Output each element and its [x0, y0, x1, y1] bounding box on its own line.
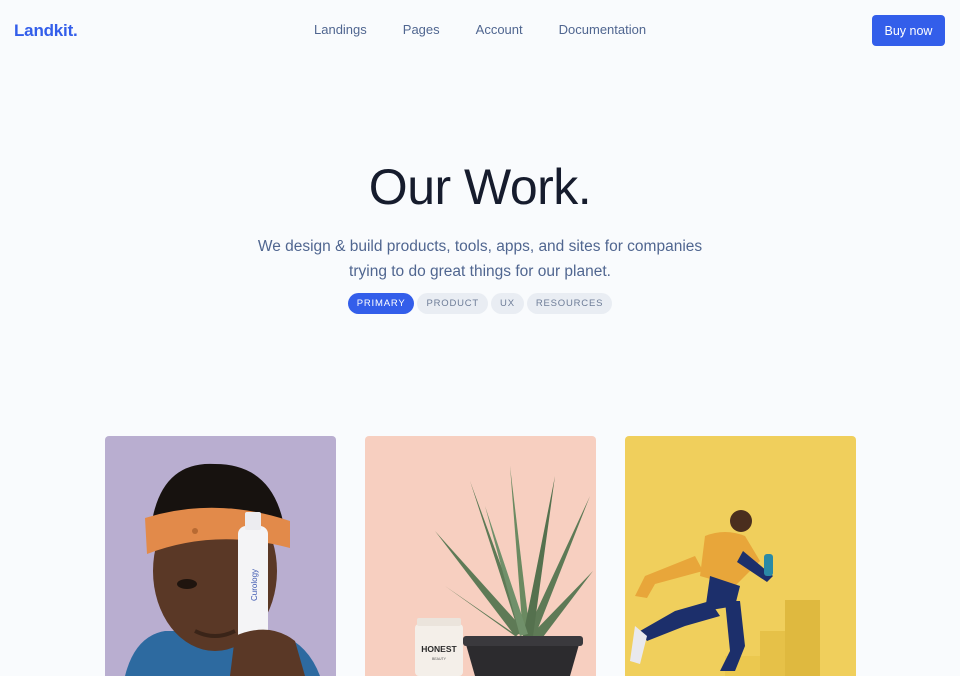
filter-pill-ux[interactable]: UX [491, 293, 524, 314]
jar-label: HONEST [421, 644, 457, 654]
hero-subtitle: We design & build products, tools, apps,… [240, 234, 720, 284]
top-navbar: Landkit. Landings Pages Account Document… [0, 0, 960, 62]
nav-link-pages[interactable]: Pages [403, 22, 440, 37]
jar-sublabel: BEAUTY [432, 657, 447, 661]
work-card-runner[interactable] [625, 436, 856, 676]
work-card-beauty[interactable]: HONEST BEAUTY [365, 436, 596, 676]
page-title: Our Work. [368, 159, 592, 215]
filter-pill-product[interactable]: PRODUCT [417, 293, 489, 314]
hero-subtitle-line-1: We design & build products, tools, apps,… [257, 238, 703, 255]
work-card-skincare[interactable]: Curology [105, 436, 336, 676]
bottle-label: Curology [250, 569, 259, 601]
nav-link-landings[interactable]: Landings [314, 22, 367, 37]
skincare-photo: Curology [105, 436, 336, 676]
brand-logo[interactable]: Landkit. [14, 21, 78, 41]
filter-pill-primary[interactable]: PRIMARY [347, 293, 415, 314]
hero-subtitle-line-2: trying to do great things for our planet… [349, 263, 611, 280]
nav-links: Landings Pages Account Documentation [314, 22, 646, 37]
runner-photo [625, 436, 856, 676]
nav-link-documentation[interactable]: Documentation [559, 22, 646, 37]
filter-pills: PRIMARY PRODUCT UX RESOURCES [0, 293, 960, 314]
beauty-photo: HONEST BEAUTY [365, 436, 596, 676]
buy-now-button[interactable]: Buy now [872, 15, 945, 46]
filter-pill-resources[interactable]: RESOURCES [526, 293, 613, 314]
nav-link-account[interactable]: Account [476, 22, 523, 37]
